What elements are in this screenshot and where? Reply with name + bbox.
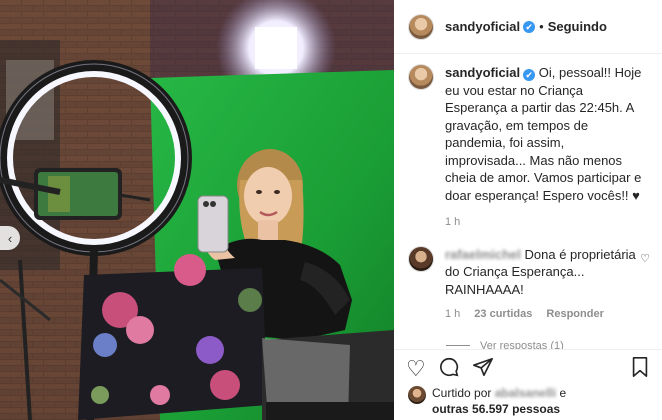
comment: rafaelmichel Dona é proprietária do Cria… [394, 232, 662, 324]
verified-badge-icon: ✔ [523, 20, 536, 33]
post-action-bar: ♡ [394, 349, 662, 387]
likes-suffix[interactable]: pessoas [512, 402, 560, 416]
photo-illustration [0, 0, 394, 420]
comment-username[interactable]: rafaelmichel [445, 247, 521, 262]
comment-body: rafaelmichel Dona é proprietária do Cria… [445, 246, 645, 324]
comment-likes[interactable]: 23 curtidas [474, 306, 532, 324]
verified-badge-icon: ✔ [523, 69, 536, 81]
caption-time[interactable]: 1 h [445, 214, 648, 232]
likes-connector: e [559, 386, 567, 400]
follow-status-button[interactable]: Seguindo [548, 19, 607, 34]
post-photo[interactable]: ‹ [0, 0, 394, 420]
caption-avatar[interactable] [408, 64, 434, 90]
likes-count[interactable]: 56.597 [472, 402, 509, 416]
caption: sandyoficial ✔ Oi, pessoal!! Hoje eu vou … [394, 54, 662, 232]
header-user: sandyoficial ✔ • Seguindo [445, 19, 607, 34]
replies-divider [446, 345, 470, 346]
bookmark-icon[interactable] [630, 356, 650, 382]
post-header: sandyoficial ✔ • Seguindo [394, 0, 662, 54]
liker-username[interactable]: abalsanelli [495, 386, 556, 400]
likes-text: Curtido por abalsanelli e outras 56.597 … [432, 385, 566, 417]
likes-others-label[interactable]: outras [432, 402, 469, 416]
caption-username[interactable]: sandyoficial [445, 65, 520, 80]
post-side-panel: sandyoficial ✔ • Seguindo sandyoficial ✔ … [394, 0, 662, 420]
avatar[interactable] [408, 13, 434, 40]
likes-prefix: Curtido por [432, 386, 492, 400]
comment-icon[interactable] [438, 356, 460, 382]
heart-icon[interactable]: ♡ [406, 357, 426, 380]
caption-text: Oi, pessoal!! Hoje eu vou estar no Crian… [445, 65, 642, 203]
comment-like-heart-icon[interactable]: ♡ [640, 252, 650, 265]
reply-button[interactable]: Responder [546, 306, 603, 324]
comment-actions: 1 h 23 curtidas Responder [445, 306, 645, 324]
comment-time[interactable]: 1 h [445, 306, 460, 324]
likes-summary: Curtido por abalsanelli e outras 56.597 … [394, 385, 662, 420]
header-username[interactable]: sandyoficial [445, 19, 520, 34]
comment-avatar[interactable] [408, 245, 434, 272]
caption-body: sandyoficial ✔ Oi, pessoal!! Hoje eu vou … [445, 64, 648, 232]
share-icon[interactable] [472, 356, 494, 382]
separator-dot: • [539, 19, 544, 34]
liker-avatar[interactable] [408, 386, 426, 404]
